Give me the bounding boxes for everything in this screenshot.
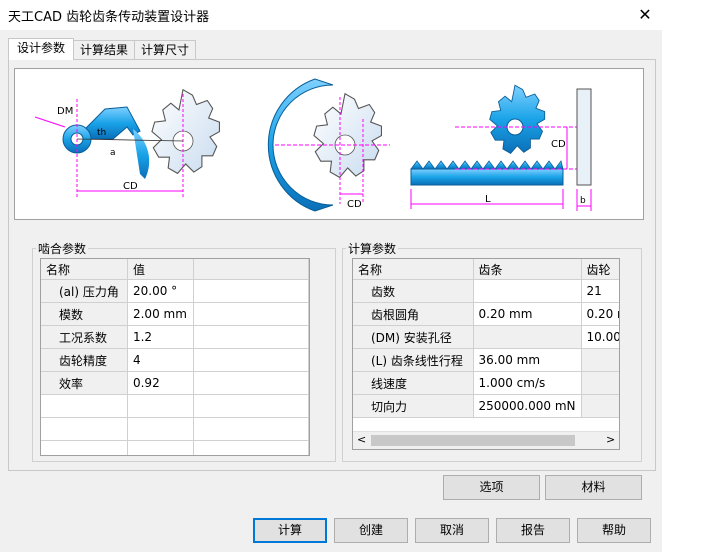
scrollbar-thumb[interactable] bbox=[371, 435, 575, 446]
mesh-params-title: 啮合参数 bbox=[36, 240, 89, 257]
cd-label-2: CD bbox=[347, 199, 362, 210]
column-header-name[interactable]: 名称 bbox=[353, 259, 474, 280]
table-row: 效率 0.92 bbox=[41, 371, 309, 395]
table-row: (L) 齿条线性行程 36.00 mm bbox=[353, 348, 619, 372]
row-label: 线速度 bbox=[353, 371, 474, 395]
service-factor-cell[interactable]: 1.2 bbox=[127, 325, 195, 349]
column-header-name[interactable]: 名称 bbox=[41, 259, 128, 280]
tab-calc-dimensions[interactable]: 计算尺寸 bbox=[134, 40, 196, 59]
row-label: 切向力 bbox=[353, 394, 474, 418]
close-icon[interactable]: ✕ bbox=[632, 3, 658, 27]
b-label: b bbox=[580, 196, 586, 206]
l-label: L bbox=[485, 194, 491, 205]
column-header-rack[interactable]: 齿条 bbox=[473, 259, 582, 280]
report-button[interactable]: 报告 bbox=[496, 518, 570, 543]
figure-ring-gear: CD bbox=[267, 78, 390, 212]
table-row: 齿数 21 bbox=[353, 279, 619, 303]
table-row: 切向力 250000.000 mN bbox=[353, 394, 619, 418]
rack-cell[interactable]: 250000.000 mN bbox=[473, 394, 582, 418]
gear-rack-diagram: DM th a CD CD CD L b bbox=[34, 78, 592, 212]
figure-tooth-detail: DM th a CD bbox=[34, 88, 220, 199]
a-label: a bbox=[110, 148, 116, 158]
gear-accuracy-cell[interactable]: 4 bbox=[127, 348, 195, 372]
row-label: 工况系数 bbox=[41, 325, 128, 349]
tab-calc-results[interactable]: 计算结果 bbox=[72, 40, 136, 59]
table-row: 模数 2.00 mm bbox=[41, 302, 309, 326]
gear-cell[interactable]: 10.00 bbox=[581, 325, 619, 349]
horizontal-scrollbar[interactable]: < > bbox=[353, 431, 619, 449]
row-label: 效率 bbox=[41, 371, 128, 395]
table-row: 齿根圆角 0.20 mm 0.20 n bbox=[353, 302, 619, 326]
module-cell[interactable]: 2.00 mm bbox=[127, 302, 195, 326]
row-label: 齿轮精度 bbox=[41, 348, 128, 372]
row-label: 齿数 bbox=[353, 279, 474, 303]
gear-cell[interactable]: 21 bbox=[581, 279, 619, 303]
tab-design-params[interactable]: 设计参数 bbox=[8, 38, 74, 60]
calculate-button[interactable]: 计算 bbox=[253, 518, 327, 543]
rack-cell[interactable] bbox=[473, 279, 582, 303]
row-label: 齿根圆角 bbox=[353, 302, 474, 326]
cd-label-1: CD bbox=[123, 181, 138, 192]
rack-cell bbox=[473, 325, 582, 349]
table-row: 工况系数 1.2 bbox=[41, 325, 309, 349]
table-row: (DM) 安装孔径 10.00 bbox=[353, 325, 619, 349]
gear-cell bbox=[581, 371, 619, 395]
window-title: 天工CAD 齿轮齿条传动装置设计器 bbox=[8, 10, 210, 25]
pressure-angle-cell[interactable]: 20.00 ° bbox=[127, 279, 195, 303]
title-bar: 天工CAD 齿轮齿条传动装置设计器 ✕ bbox=[0, 0, 702, 30]
cd-label-3: CD bbox=[551, 139, 566, 150]
column-header-gear[interactable]: 齿轮 bbox=[581, 259, 619, 280]
gear-cell[interactable]: 0.20 n bbox=[581, 302, 619, 326]
table-row: (al) 压力角 20.00 ° bbox=[41, 279, 309, 303]
gear-cell bbox=[581, 394, 619, 418]
row-label: (DM) 安装孔径 bbox=[353, 325, 474, 349]
scroll-left-icon[interactable]: < bbox=[357, 433, 366, 446]
create-button[interactable]: 创建 bbox=[334, 518, 408, 543]
table-row: 线速度 1.000 cm/s bbox=[353, 371, 619, 395]
scroll-right-icon[interactable]: > bbox=[606, 433, 615, 446]
rack-cell[interactable]: 1.000 cm/s bbox=[473, 371, 582, 395]
row-label: (L) 齿条线性行程 bbox=[353, 348, 474, 372]
rack-cell[interactable]: 36.00 mm bbox=[473, 348, 582, 372]
calc-params-grid: 名称 齿条 齿轮 齿数 21 齿根圆角 0.20 mm 0.20 n (DM) … bbox=[352, 258, 620, 450]
table-row: 齿轮精度 4 bbox=[41, 348, 309, 372]
options-button[interactable]: 选项 bbox=[443, 475, 540, 500]
gear-cell bbox=[581, 348, 619, 372]
row-label: 模数 bbox=[41, 302, 128, 326]
th-label: th bbox=[97, 128, 106, 138]
cancel-button[interactable]: 取消 bbox=[415, 518, 489, 543]
rack-cell[interactable]: 0.20 mm bbox=[473, 302, 582, 326]
column-header-value[interactable]: 值 bbox=[127, 259, 195, 280]
gear-diagram-panel: DM th a CD CD CD L b bbox=[14, 68, 644, 220]
row-label: (al) 压力角 bbox=[41, 279, 128, 303]
help-button[interactable]: 帮助 bbox=[577, 518, 651, 543]
figure-rack-pinion: CD L b bbox=[410, 84, 592, 211]
dm-label: DM bbox=[57, 106, 73, 117]
efficiency-cell[interactable]: 0.92 bbox=[127, 371, 195, 395]
mesh-params-grid: 名称 值 (al) 压力角 20.00 ° 模数 2.00 mm 工况系数 1.… bbox=[40, 258, 310, 456]
material-button[interactable]: 材料 bbox=[545, 475, 642, 500]
calc-params-title: 计算参数 bbox=[346, 240, 399, 257]
